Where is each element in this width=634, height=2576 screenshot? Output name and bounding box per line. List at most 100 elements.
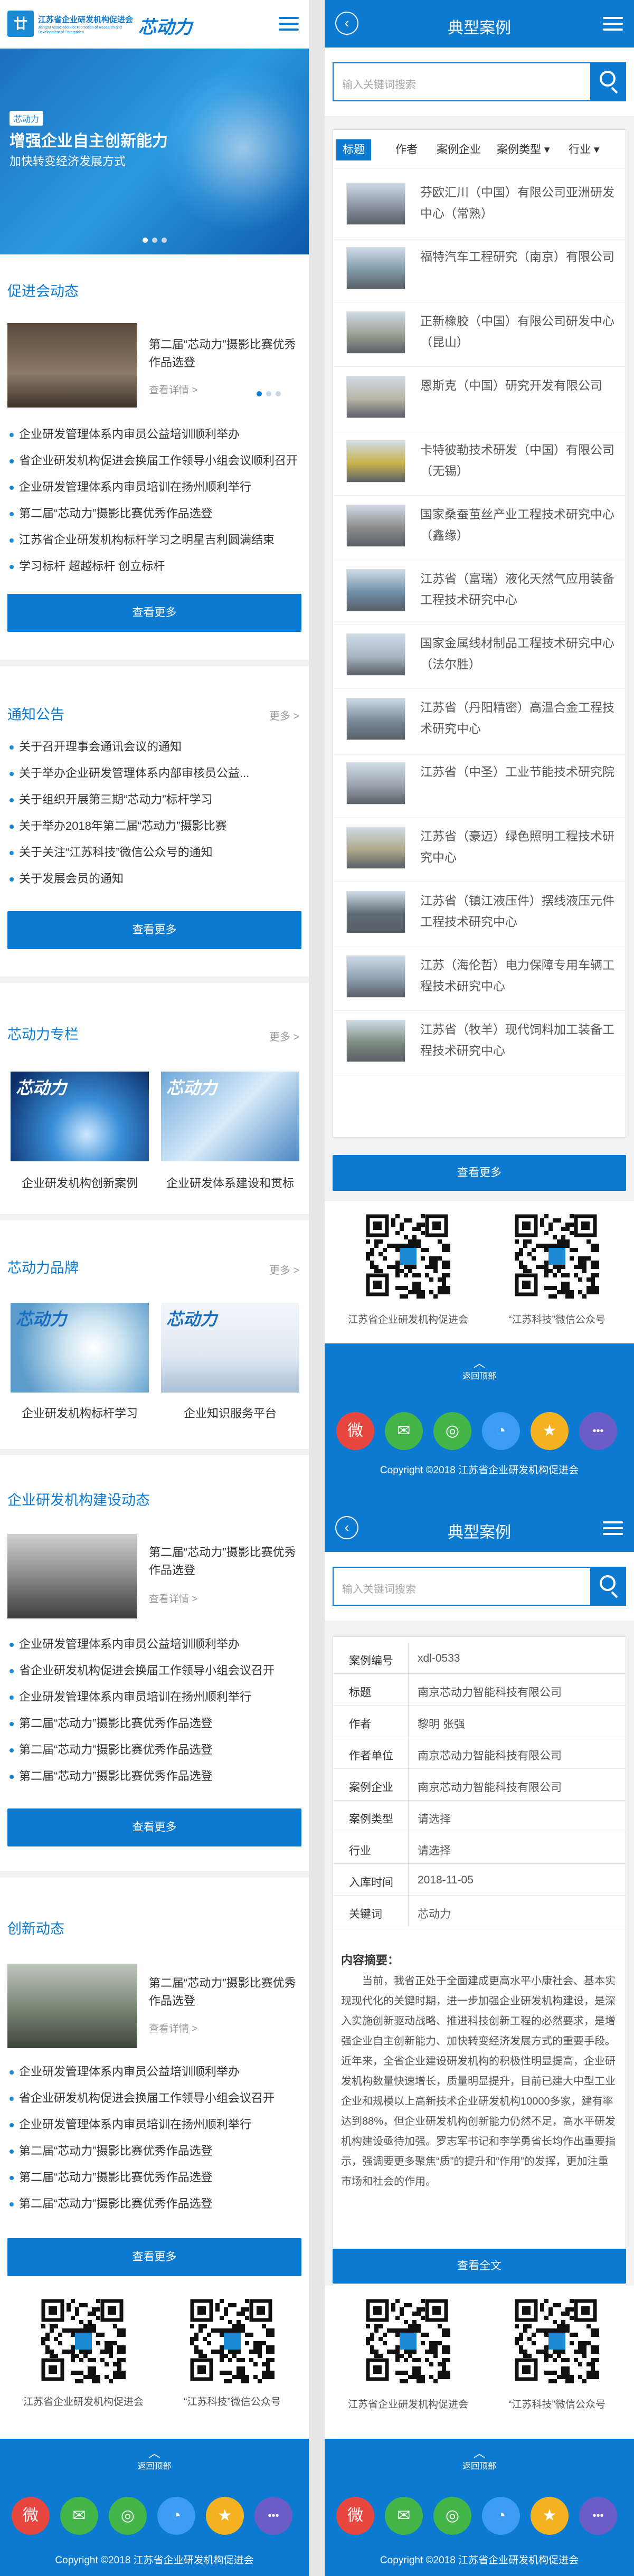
case-item[interactable]: 江苏省（丹阳精密）高温合金工程技术研究中心 (333, 687, 626, 753)
back-to-top-button[interactable]: ︿ 返回顶部 (325, 1358, 634, 1381)
wechat-icon[interactable]: ✉ (385, 2497, 423, 2535)
news-item[interactable]: 第二届“芯动力”摄影比赛优秀作品选登 (7, 500, 303, 527)
search-button[interactable] (591, 1567, 626, 1606)
column-caption-2[interactable]: 企业研发体系建设和贯标 (161, 1174, 299, 1191)
column-photo-2[interactable]: 芯动力 (161, 1072, 299, 1161)
brand-more-link[interactable]: 更多 > (269, 1262, 299, 1277)
news-item[interactable]: 省企业研发机构促进会换届工作领导小组会议召开 (7, 2085, 303, 2111)
search-input[interactable]: 输入关键词搜索 (333, 62, 591, 101)
wechat-icon[interactable]: ✉ (60, 2497, 98, 2535)
qzone-icon[interactable]: ★ (531, 1412, 569, 1450)
news-item[interactable]: 省企业研发机构促进会换届工作领导小组会议顺利召开 (7, 448, 303, 474)
case-item[interactable]: 卡特彼勒技术研发（中国）有限公司（无锡） (333, 430, 626, 496)
case-item[interactable]: 恩斯克（中国）研究开发有限公司 (333, 365, 626, 431)
case-item[interactable]: 正新橡胶（中国）有限公司研发中心（昆山） (333, 301, 626, 367)
innov-photo[interactable] (7, 1964, 137, 2048)
column-photo-1[interactable]: 芯动力 (11, 1072, 149, 1161)
menu-icon[interactable] (603, 17, 623, 31)
notice-item[interactable]: 关于举办2018年第二届“芯动力”摄影比赛 (7, 813, 303, 839)
qq-icon[interactable]: ◔ (482, 1412, 520, 1450)
menu-icon[interactable] (603, 1521, 623, 1535)
news-item[interactable]: 学习标杆 超越标杆 创立标杆 (7, 553, 303, 580)
news-item[interactable]: 企业研发管理体系内审员培训在扬州顺利举行 (7, 474, 303, 500)
news-item[interactable]: 第二届“芯动力”摄影比赛优秀作品选登 (7, 1710, 303, 1737)
news-item[interactable]: 第二届“芯动力”摄影比赛优秀作品选登 (7, 2191, 303, 2217)
innov-card-title[interactable]: 第二届“芯动力”摄影比赛优秀作品选登 (149, 1974, 297, 2010)
news-item[interactable]: 第二届“芯动力”摄影比赛优秀作品选登 (7, 1737, 303, 1763)
menu-icon[interactable] (279, 17, 299, 31)
brand-caption-2[interactable]: 企业知识服务平台 (161, 1404, 299, 1421)
brand-caption-1[interactable]: 企业研发机构标杆学习 (11, 1404, 149, 1421)
news-item[interactable]: 企业研发管理体系内审员公益培训顺利举办 (7, 421, 303, 448)
case-item[interactable]: 芬欧汇川（中国）有限公司亚洲研发中心（常熟） (333, 172, 626, 238)
notice-item[interactable]: 关于举办企业研发管理体系内部审核员公益... (7, 760, 303, 787)
case-item[interactable]: 江苏（海伦哲）电力保障专用车辆工程技术研究中心 (333, 945, 626, 1011)
news-item[interactable]: 企业研发管理体系内审员公益培训顺利举办 (7, 2059, 303, 2085)
column-more-link[interactable]: 更多 > (269, 1028, 299, 1044)
column-caption-1[interactable]: 企业研发机构创新案例 (11, 1174, 149, 1191)
qzone-icon[interactable]: ★ (531, 2497, 569, 2535)
case-item[interactable]: 江苏省（镇江液压件）摆线液压元件工程技术研究中心 (333, 880, 626, 946)
hero-pagination[interactable] (0, 236, 309, 245)
weibo-icon[interactable]: 微 (336, 1412, 374, 1450)
filter-tab[interactable]: 标题 (336, 139, 371, 160)
weibo-icon[interactable]: 微 (12, 2497, 50, 2535)
case-item[interactable]: 国家桑蚕茧丝产业工程技术研究中心（鑫缘） (333, 494, 626, 560)
filter-tab[interactable]: 作者 (389, 139, 424, 160)
weibo-icon[interactable]: 微 (336, 2497, 374, 2535)
notice-item[interactable]: 关于发展会员的通知 (7, 866, 303, 892)
news-item[interactable]: 第二届“芯动力”摄影比赛优秀作品选登 (7, 2164, 303, 2191)
news-item[interactable]: 第二届“芯动力”摄影比赛优秀作品选登 (7, 2138, 303, 2164)
case-item[interactable]: 江苏省（中圣）工业节能技术研究院 (333, 752, 626, 818)
back-to-top-button[interactable]: ︿ 返回顶部 (0, 2448, 309, 2471)
brand-photo-1[interactable]: 芯动力 (11, 1303, 149, 1393)
build-view-more-button[interactable]: 查看更多 (7, 1808, 301, 1846)
view-full-text-button[interactable]: 查看全文 (333, 2249, 626, 2284)
back-to-top-button[interactable]: ︿ 返回顶部 (325, 2448, 634, 2471)
promo-view-more-button[interactable]: 查看更多 (7, 594, 301, 632)
qq-icon[interactable]: ◔ (157, 2497, 195, 2535)
news-item[interactable]: 省企业研发机构促进会换届工作领导小组会议召开 (7, 1658, 303, 1684)
notice-item[interactable]: 关于召开理事会通讯会议的通知 (7, 734, 303, 760)
notice-item[interactable]: 关于关注“江苏科技”微信公众号的通知 (7, 839, 303, 866)
case-item[interactable]: 江苏省（豪迈）绿色照明工程技术研究中心 (333, 816, 626, 882)
promo-card-more[interactable]: 查看详情 > (149, 382, 197, 396)
build-photo[interactable] (7, 1534, 137, 1618)
case-item[interactable]: 江苏省（富瑞）液化天然气应用装备工程技术研究中心 (333, 558, 626, 624)
filter-tab[interactable]: 案例企业 (430, 139, 487, 160)
hero-banner[interactable]: 芯动力 增强企业自主创新能力 加快转变经济发展方式 (0, 49, 309, 254)
innov-view-more-button[interactable]: 查看更多 (7, 2238, 301, 2276)
case-item[interactable]: 国家金属线材制品工程技术研究中心（法尔胜） (333, 623, 626, 689)
news-item[interactable]: 企业研发管理体系内审员培训在扬州顺利举行 (7, 1684, 303, 1710)
qq-icon[interactable]: ◔ (482, 2497, 520, 2535)
filter-tab[interactable]: 行业 ▾ (562, 139, 605, 160)
case-view-more-button[interactable]: 查看更多 (333, 1155, 626, 1191)
moments-icon[interactable]: ◎ (109, 2497, 147, 2535)
news-item[interactable]: 江苏省企业研发机构标杆学习之明星吉利圆满结束 (7, 527, 303, 553)
promo-photo[interactable] (7, 323, 137, 408)
search-button[interactable] (591, 62, 626, 101)
case-item[interactable]: 江苏省（牧羊）现代饲料加工装备工程技术研究中心 (333, 1009, 626, 1075)
innov-card-more[interactable]: 查看详情 > (149, 2021, 197, 2035)
search-input[interactable]: 输入关键词搜索 (333, 1567, 591, 1606)
moments-icon[interactable]: ◎ (433, 1412, 471, 1450)
filter-tab[interactable]: 案例类型 ▾ (490, 139, 556, 160)
qzone-icon[interactable]: ★ (206, 2497, 244, 2535)
more-icon[interactable]: ••• (579, 1412, 617, 1450)
promo-card-title[interactable]: 第二届“芯动力”摄影比赛优秀作品选登 (149, 336, 297, 372)
wechat-icon[interactable]: ✉ (385, 1412, 423, 1450)
build-card-title[interactable]: 第二届“芯动力”摄影比赛优秀作品选登 (149, 1543, 297, 1579)
notice-view-more-button[interactable]: 查看更多 (7, 911, 301, 949)
org-logo[interactable]: 廿 (7, 11, 34, 37)
notice-item[interactable]: 关于组织开展第三期“芯动力”标杆学习 (7, 787, 303, 813)
more-icon[interactable]: ••• (254, 2497, 292, 2535)
more-icon[interactable]: ••• (579, 2497, 617, 2535)
brand-photo-2[interactable]: 芯动力 (161, 1303, 299, 1393)
build-card-more[interactable]: 查看详情 > (149, 1591, 197, 1605)
news-item[interactable]: 第二届“芯动力”摄影比赛优秀作品选登 (7, 1763, 303, 1789)
case-item[interactable]: 福特汽车工程研究（南京）有限公司 (333, 236, 626, 302)
notice-more-link[interactable]: 更多 > (269, 707, 299, 723)
moments-icon[interactable]: ◎ (433, 2497, 471, 2535)
news-item[interactable]: 企业研发管理体系内审员公益培训顺利举办 (7, 1631, 303, 1658)
news-item[interactable]: 企业研发管理体系内审员培训在扬州顺利举行 (7, 2111, 303, 2138)
